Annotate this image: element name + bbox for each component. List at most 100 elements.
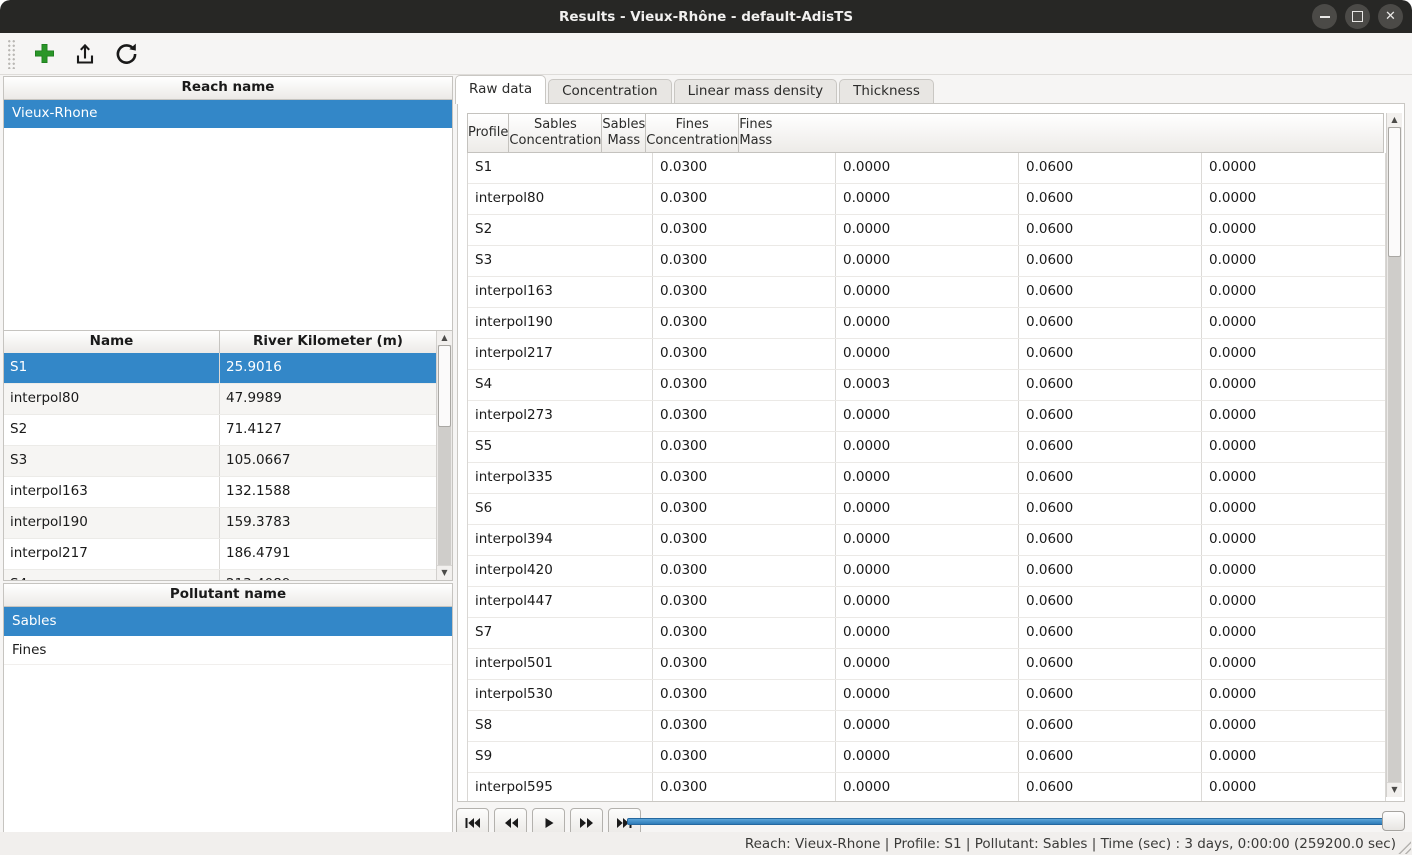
scroll-down-icon[interactable]: ▼ [437, 565, 452, 580]
time-slider[interactable] [627, 810, 1405, 834]
profile-row[interactable]: interpol80 47.9989 [4, 384, 437, 415]
fines-concentration-cell: 0.0600 [1019, 773, 1202, 801]
time-slider-track[interactable] [627, 818, 1405, 825]
pollutant-list-item[interactable]: Fines [4, 636, 452, 665]
toolbar-drag-handle[interactable] [7, 39, 16, 69]
profiles-scroll-thumb[interactable] [438, 345, 451, 427]
data-row[interactable]: interpol273 0.0300 0.0000 0.0600 0.0000 [468, 401, 1385, 432]
data-scroll-thumb[interactable] [1388, 127, 1401, 257]
time-slider-handle[interactable] [1382, 811, 1405, 831]
data-column-header[interactable]: Profile [468, 114, 509, 152]
data-row[interactable]: S2 0.0300 0.0000 0.0600 0.0000 [468, 215, 1385, 246]
tab[interactable]: Concentration [548, 79, 672, 103]
fines-mass-cell: 0.0000 [1202, 494, 1385, 524]
profile-row[interactable]: S3 105.0667 [4, 446, 437, 477]
data-row[interactable]: interpol447 0.0300 0.0000 0.0600 0.0000 [468, 587, 1385, 618]
header-line-1: Sables [602, 117, 645, 133]
sables-mass-cell: 0.0000 [836, 184, 1019, 214]
profile-row[interactable]: S1 25.9016 [4, 353, 437, 384]
data-row[interactable]: interpol335 0.0300 0.0000 0.0600 0.0000 [468, 463, 1385, 494]
close-button[interactable]: ✕ [1378, 4, 1403, 29]
column-header-river-kilometer[interactable]: River Kilometer (m) [220, 331, 437, 353]
tab[interactable]: Raw data [455, 75, 546, 104]
sables-mass-cell: 0.0000 [836, 680, 1019, 710]
title-bar[interactable]: Results - Vieux-Rhône - default-AdisTS ✕ [0, 0, 1412, 33]
data-column-header[interactable]: Sables Concentration [509, 114, 602, 152]
data-row[interactable]: interpol530 0.0300 0.0000 0.0600 0.0000 [468, 680, 1385, 711]
fines-concentration-cell: 0.0600 [1019, 494, 1202, 524]
profile-cell: interpol595 [468, 773, 653, 801]
sables-concentration-cell: 0.0300 [653, 370, 836, 400]
window-controls: ✕ [1312, 4, 1403, 29]
profile-row[interactable]: interpol163 132.1588 [4, 477, 437, 508]
data-column-header[interactable]: Fines Concentration [646, 114, 739, 152]
profiles-scrollbar[interactable]: ▲ ▼ [436, 331, 452, 580]
refresh-button[interactable] [113, 41, 139, 67]
fines-concentration-cell: 0.0600 [1019, 432, 1202, 462]
sables-mass-cell: 0.0000 [836, 494, 1019, 524]
sables-mass-cell: 0.0000 [836, 401, 1019, 431]
profile-cell: S5 [468, 432, 653, 462]
data-row[interactable]: interpol190 0.0300 0.0000 0.0600 0.0000 [468, 308, 1385, 339]
sables-concentration-cell: 0.0300 [653, 649, 836, 679]
tab[interactable]: Linear mass density [674, 79, 838, 103]
fines-concentration-cell: 0.0600 [1019, 711, 1202, 741]
data-row[interactable]: S1 0.0300 0.0000 0.0600 0.0000 [468, 153, 1385, 184]
data-row[interactable]: interpol420 0.0300 0.0000 0.0600 0.0000 [468, 556, 1385, 587]
sables-concentration-cell: 0.0300 [653, 711, 836, 741]
export-button[interactable] [72, 41, 98, 67]
scroll-down-icon[interactable]: ▼ [1387, 782, 1402, 797]
status-text: Reach: Vieux-Rhone | Profile: S1 | Pollu… [745, 836, 1396, 852]
sables-mass-cell: 0.0000 [836, 711, 1019, 741]
scroll-up-icon[interactable]: ▲ [437, 331, 452, 345]
sables-mass-cell: 0.0000 [836, 308, 1019, 338]
profile-name-cell: interpol217 [4, 539, 220, 569]
pollutant-panel-header[interactable]: Pollutant name [4, 584, 452, 607]
profile-rk-cell: 159.3783 [220, 508, 437, 538]
data-row[interactable]: S4 0.0300 0.0003 0.0600 0.0000 [468, 370, 1385, 401]
pollutant-list-item[interactable]: Sables [4, 607, 452, 636]
profiles-scroll-track[interactable] [438, 345, 451, 566]
data-row[interactable]: interpol394 0.0300 0.0000 0.0600 0.0000 [468, 525, 1385, 556]
fines-concentration-cell: 0.0600 [1019, 339, 1202, 369]
fines-mass-cell: 0.0000 [1202, 525, 1385, 555]
profile-cell: S8 [468, 711, 653, 741]
sables-mass-cell: 0.0000 [836, 215, 1019, 245]
profile-row[interactable]: S4 213.4089 [4, 570, 437, 580]
sables-concentration-cell: 0.0300 [653, 339, 836, 369]
data-row[interactable]: S3 0.0300 0.0000 0.0600 0.0000 [468, 246, 1385, 277]
maximize-icon [1352, 11, 1363, 22]
data-row[interactable]: interpol217 0.0300 0.0000 0.0600 0.0000 [468, 339, 1385, 370]
scroll-up-icon[interactable]: ▲ [1387, 113, 1402, 127]
column-header-name[interactable]: Name [4, 331, 220, 353]
fines-concentration-cell: 0.0600 [1019, 370, 1202, 400]
data-column-header[interactable]: Fines Mass [739, 114, 772, 152]
data-row[interactable]: S6 0.0300 0.0000 0.0600 0.0000 [468, 494, 1385, 525]
add-button[interactable] [31, 41, 57, 67]
data-column-header[interactable]: Sables Mass [602, 114, 646, 152]
sables-mass-cell: 0.0000 [836, 153, 1019, 183]
data-row[interactable]: S9 0.0300 0.0000 0.0600 0.0000 [468, 742, 1385, 773]
data-scroll-track[interactable] [1388, 127, 1401, 783]
data-row[interactable]: interpol501 0.0300 0.0000 0.0600 0.0000 [468, 649, 1385, 680]
maximize-button[interactable] [1345, 4, 1370, 29]
profile-row[interactable]: interpol217 186.4791 [4, 539, 437, 570]
data-row[interactable]: S7 0.0300 0.0000 0.0600 0.0000 [468, 618, 1385, 649]
reach-list-item[interactable]: Vieux-Rhone [4, 100, 452, 128]
profile-name-cell: interpol80 [4, 384, 220, 414]
data-row[interactable]: S5 0.0300 0.0000 0.0600 0.0000 [468, 432, 1385, 463]
data-table-scrollbar[interactable]: ▲ ▼ [1386, 113, 1402, 797]
profile-row[interactable]: S2 71.4127 [4, 415, 437, 446]
data-row[interactable]: interpol163 0.0300 0.0000 0.0600 0.0000 [468, 277, 1385, 308]
profiles-table-rows: S1 25.9016 interpol80 47.9989 S2 71.4127… [4, 353, 437, 580]
tab[interactable]: Thickness [839, 79, 934, 103]
data-row[interactable]: interpol595 0.0300 0.0000 0.0600 0.0000 [468, 773, 1385, 801]
profile-row[interactable]: interpol190 159.3783 [4, 508, 437, 539]
minimize-button[interactable] [1312, 4, 1337, 29]
header-line-2: Concentration [509, 133, 601, 149]
reach-panel-header[interactable]: Reach name [4, 77, 452, 100]
data-row[interactable]: S8 0.0300 0.0000 0.0600 0.0000 [468, 711, 1385, 742]
sables-mass-cell: 0.0000 [836, 246, 1019, 276]
fines-mass-cell: 0.0000 [1202, 370, 1385, 400]
data-row[interactable]: interpol80 0.0300 0.0000 0.0600 0.0000 [468, 184, 1385, 215]
